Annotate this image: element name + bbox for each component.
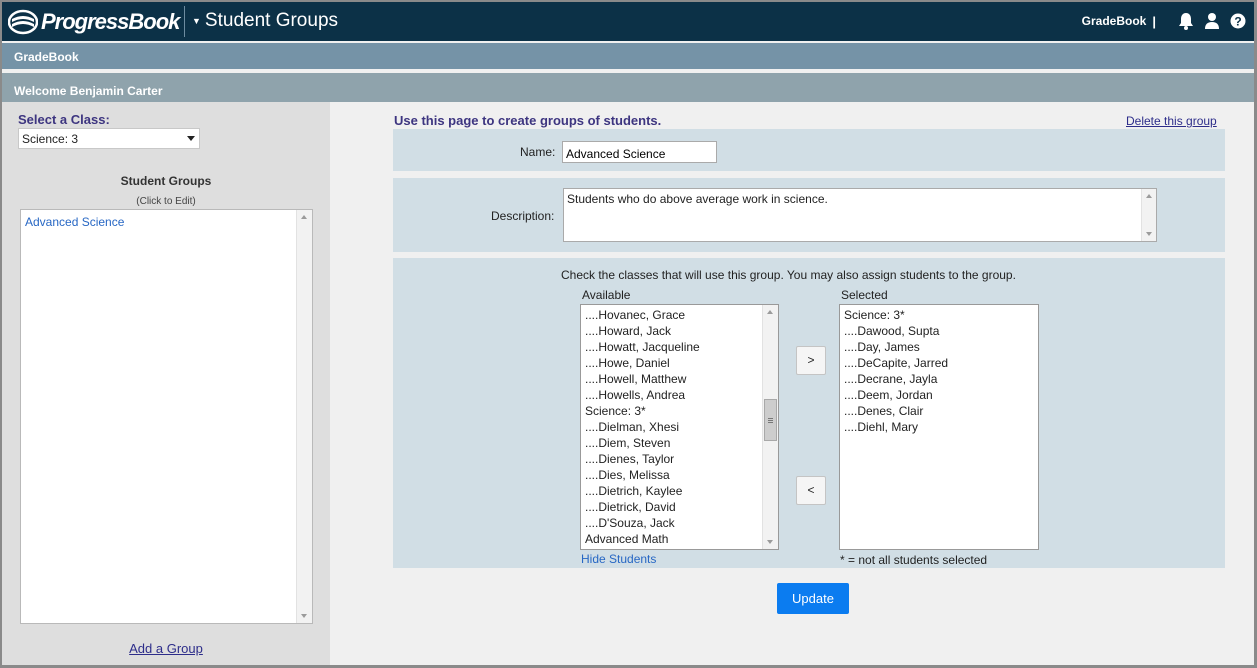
add-group-link[interactable]: Add a Group — [2, 641, 330, 656]
name-row: Name: — [393, 129, 1225, 171]
list-item[interactable]: ....Dielman, Xhesi — [581, 419, 778, 435]
header-separator: | — [1152, 13, 1156, 29]
scroll-down-icon[interactable] — [767, 540, 773, 544]
welcome-bar: Welcome Benjamin Carter — [2, 73, 1254, 102]
assignment-row: Check the classes that will use this gro… — [393, 258, 1225, 568]
description-row: Description: Students who do above avera… — [393, 178, 1225, 252]
list-item[interactable]: ....Dawood, Supta — [840, 323, 1038, 339]
help-icon[interactable]: ? — [1230, 12, 1246, 30]
user-icon[interactable] — [1204, 12, 1220, 30]
group-item-advanced-science[interactable]: Advanced Science — [25, 215, 124, 229]
list-item[interactable]: ....Hovanec, Grace — [581, 307, 778, 323]
description-label: Description: — [491, 209, 555, 223]
description-textarea[interactable]: Students who do above average work in sc… — [563, 188, 1157, 242]
class-select[interactable]: Science: 3 — [18, 128, 200, 149]
progressbook-logo[interactable]: ProgressBook — [7, 7, 180, 37]
selected-rows: Science: 3* ....Dawood, Supta ....Day, Jam… — [840, 305, 1038, 435]
list-item[interactable]: ....Diem, Steven — [581, 435, 778, 451]
add-to-group-button[interactable]: > — [796, 346, 826, 375]
list-item[interactable]: ....Denes, Clair — [840, 403, 1038, 419]
list-item[interactable]: ....D'Souza, Jack — [581, 515, 778, 531]
list-item[interactable]: Advanced Math — [581, 531, 778, 547]
list-item[interactable]: ....Diehl, Mary — [840, 419, 1038, 435]
remove-from-group-button[interactable]: < — [796, 476, 826, 505]
update-button[interactable]: Update — [777, 583, 849, 614]
app-switcher[interactable]: ▼ Student Groups — [192, 10, 338, 32]
scroll-down-icon[interactable] — [301, 614, 307, 618]
list-item[interactable]: ....Howatt, Jacqueline — [581, 339, 778, 355]
list-item[interactable]: Science: 3* — [581, 403, 778, 419]
grip-icon — [768, 418, 773, 419]
welcome-text: Welcome Benjamin Carter — [14, 84, 163, 98]
available-scrollbar[interactable] — [762, 305, 778, 549]
group-name-input[interactable] — [562, 141, 717, 163]
selected-listbox[interactable]: Science: 3* ....Dawood, Supta ....Day, Jam… — [839, 304, 1039, 550]
list-item[interactable]: ....Dietrick, David — [581, 499, 778, 515]
list-item[interactable]: ....Dienes, Taylor — [581, 451, 778, 467]
delete-group-link[interactable]: Delete this group — [1126, 114, 1217, 128]
description-text: Students who do above average work in sc… — [567, 192, 828, 206]
partial-selection-note: * = not all students selected — [840, 553, 988, 567]
svg-text:?: ? — [1234, 15, 1241, 29]
scroll-up-icon[interactable] — [767, 310, 773, 314]
section-label: GradeBook — [14, 50, 79, 64]
scroll-up-icon[interactable] — [1146, 194, 1152, 198]
available-label: Available — [582, 288, 631, 302]
list-item[interactable]: ....Dies, Melissa — [581, 467, 778, 483]
list-item[interactable]: ....Decrane, Jayla — [840, 371, 1038, 387]
logo-mark-icon — [7, 9, 39, 35]
list-item[interactable]: ....Howe, Daniel — [581, 355, 778, 371]
left-panel: Select a Class: Science: 3 Student Group… — [2, 102, 330, 665]
selected-label: Selected — [841, 288, 888, 302]
scroll-down-icon[interactable] — [1146, 232, 1152, 236]
list-item[interactable]: ....Howell, Matthew — [581, 371, 778, 387]
caret-down-icon: ▼ — [192, 16, 201, 26]
groups-list[interactable]: Advanced Science — [20, 209, 313, 624]
brand-name: ProgressBook — [41, 9, 180, 34]
groups-subtitle: (Click to Edit) — [136, 196, 196, 207]
list-item[interactable]: ....DeCapite, Jarred — [840, 355, 1038, 371]
scroll-up-icon[interactable] — [301, 215, 307, 219]
assignment-instruction: Check the classes that will use this gro… — [561, 268, 1016, 282]
groups-title: Student Groups — [120, 174, 212, 188]
header-actions: GradeBook | ? — [1082, 12, 1246, 30]
list-item[interactable]: ....Deem, Jordan — [840, 387, 1038, 403]
bell-icon[interactable] — [1178, 12, 1194, 30]
app-label[interactable]: GradeBook — [1082, 14, 1147, 28]
app-window: ProgressBook ▼ Student Groups GradeBook … — [2, 2, 1254, 665]
app-title: Student Groups — [204, 10, 339, 31]
scroll-thumb[interactable] — [764, 399, 777, 441]
groups-scrollbar[interactable] — [296, 210, 312, 623]
page-intro: Use this page to create groups of studen… — [394, 113, 662, 128]
hide-students-link[interactable]: Hide Students — [581, 552, 656, 566]
description-scrollbar[interactable] — [1141, 189, 1156, 241]
header-divider — [184, 6, 185, 37]
list-item[interactable]: Science: 3* — [840, 307, 1038, 323]
list-item[interactable]: ....Howard, Jack — [581, 323, 778, 339]
top-bar: ProgressBook ▼ Student Groups GradeBook … — [2, 2, 1254, 41]
list-item[interactable]: ....Dietrich, Kaylee — [581, 483, 778, 499]
available-listbox[interactable]: ....Hovanec, Grace ....Howard, Jack ....Ho… — [580, 304, 779, 550]
chevron-down-icon — [187, 136, 195, 141]
list-item[interactable]: ....Day, James — [840, 339, 1038, 355]
name-label: Name: — [520, 145, 556, 159]
list-item[interactable]: ....Howells, Andrea — [581, 387, 778, 403]
available-rows: ....Hovanec, Grace ....Howard, Jack ....Ho… — [581, 305, 778, 547]
class-select-value: Science: 3 — [22, 132, 79, 146]
section-bar: GradeBook — [2, 43, 1254, 69]
class-select-label: Select a Class: — [18, 112, 110, 127]
